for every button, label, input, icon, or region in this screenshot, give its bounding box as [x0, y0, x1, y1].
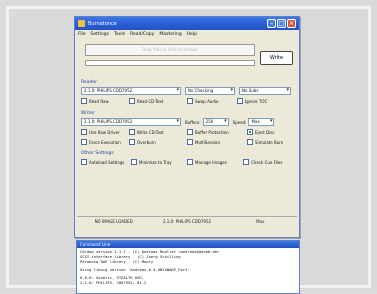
writer-drive-select[interactable]: 2.1.0: PHILIPS CDD7952 [81, 118, 181, 126]
window-title: Burnatonce [88, 20, 117, 27]
console-line: Paranoia DAE library - (C) Monty [80, 259, 154, 264]
checkbox-icon [81, 139, 87, 145]
console-line: 2,1,0: PHILIPS, CDD7952, B1.2 [80, 280, 147, 285]
checkbox-icon [237, 98, 243, 104]
read-cd-text-checkbox[interactable]: Read CD-Text [129, 98, 187, 104]
writer-group-label: Writer [81, 111, 95, 116]
checkbox-checked-icon [247, 129, 253, 135]
menu-settings[interactable]: Settings [91, 32, 109, 37]
reader-group-label: Reader [81, 80, 97, 85]
other-settings-group: Other Settings Autoload Settings Minimiz… [75, 150, 299, 167]
minimize-button[interactable]: – [267, 19, 276, 28]
reader-subs-select[interactable]: No Subs [239, 87, 291, 95]
progress-bar [85, 60, 255, 66]
manage-images-checkbox[interactable]: Manage Images [187, 159, 243, 165]
status-bar: NO IMAGE LOADED 2.1.0: PHILIPS CDD7952 M… [77, 216, 297, 225]
read-raw-checkbox[interactable]: Read Raw [81, 98, 129, 104]
menu-help[interactable]: Help [187, 32, 197, 37]
overburn-checkbox[interactable]: Overburn [129, 139, 187, 145]
checkbox-icon [129, 98, 135, 104]
ignore-toc-checkbox[interactable]: Ignore TOC [237, 98, 267, 104]
checkbox-icon [81, 98, 87, 104]
writer-group: Writer 2.1.0: PHILIPS CDD7952 Buffers: 2… [75, 110, 299, 147]
force-execution-checkbox[interactable]: Force Execution [81, 139, 129, 145]
simulate-burn-checkbox[interactable]: Simulate Burn [247, 139, 283, 145]
status-drive: 2.1.0: PHILIPS CDD7952 [162, 218, 212, 224]
reader-checking-select[interactable]: No Checking [185, 87, 235, 95]
menu-tools[interactable]: Tools [114, 32, 125, 37]
checkbox-icon [81, 159, 87, 165]
checkbox-icon [187, 159, 193, 165]
menu-mastering[interactable]: Mastering [159, 32, 181, 37]
write-button[interactable]: Write [260, 51, 293, 65]
minimize-to-tray-checkbox[interactable]: Minimize to Tray [131, 159, 187, 165]
checkbox-icon [187, 98, 193, 104]
autoload-settings-checkbox[interactable]: Autoload Settings [81, 159, 131, 165]
console-title[interactable]: Command Line [77, 241, 299, 248]
console-line: Using libscg version 'andreas-0.5-UNIXWA… [80, 267, 190, 272]
console-output: Cdrdao version 1.1.7 - (C) Andreas Muell… [77, 248, 299, 286]
checkbox-icon [129, 129, 135, 135]
checkbox-icon [129, 139, 135, 145]
reader-drive-select[interactable]: 2.1.0: PHILIPS CDD7952 [81, 87, 181, 95]
reader-group: Reader 2.1.0: PHILIPS CDD7952 No Checkin… [75, 79, 299, 106]
speed-select[interactable]: Max [248, 118, 275, 126]
title-bar[interactable]: Burnatonce – □ × [75, 17, 299, 30]
write-cd-text-checkbox[interactable]: Write CD-Text [129, 129, 187, 135]
swap-audio-checkbox[interactable]: Swap Audio [187, 98, 237, 104]
menu-read-copy[interactable]: Read/Copy [130, 32, 154, 37]
menu-file[interactable]: File [78, 32, 86, 37]
menu-bar: File Settings Tools Read/Copy Mastering … [75, 30, 299, 39]
checkbox-icon [187, 139, 193, 145]
app-icon [78, 20, 85, 27]
buffer-protection-checkbox[interactable]: Buffer Protection [187, 129, 247, 135]
source-drop-box[interactable]: Drop files or click to browse [85, 44, 255, 56]
use-raw-driver-checkbox[interactable]: Use Raw Driver [81, 129, 129, 135]
eject-disc-checkbox[interactable]: Eject Disc [247, 129, 275, 135]
maximize-button[interactable]: □ [277, 19, 286, 28]
multisession-checkbox[interactable]: MultiSession [187, 139, 247, 145]
buffers-label: Buffers: [185, 119, 201, 125]
source-area: Drop files or click to browse Write [75, 39, 299, 79]
app-window: Burnatonce – □ × File Settings Tools Rea… [74, 16, 300, 238]
other-settings-label: Other Settings [81, 151, 114, 156]
command-line-window: Command Line Cdrdao version 1.1.7 - (C) … [76, 240, 300, 294]
checkbox-icon [243, 159, 249, 165]
speed-label: Speed: [232, 119, 247, 125]
checkbox-icon [187, 129, 193, 135]
close-button[interactable]: × [287, 19, 296, 28]
check-cue-files-checkbox[interactable]: Check Cue Files [243, 159, 282, 165]
checkbox-icon [81, 129, 87, 135]
status-speed: Max [256, 218, 265, 224]
buffers-select[interactable]: 256 [202, 118, 229, 126]
status-image: NO IMAGE LOADED [94, 218, 133, 224]
checkbox-icon [247, 139, 253, 145]
checkbox-icon [131, 159, 137, 165]
